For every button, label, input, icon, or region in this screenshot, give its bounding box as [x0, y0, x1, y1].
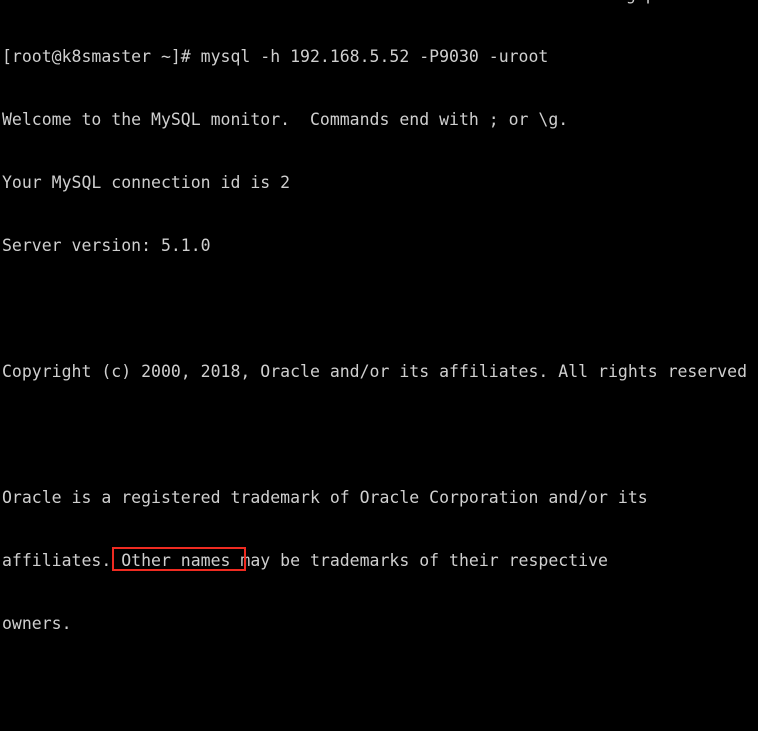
terminal-window[interactable]: g p [root@k8smaster ~]# mysql -h 192.168… [0, 0, 758, 731]
terminal-line: affiliates. Other names may be trademark… [2, 551, 608, 570]
terminal-line: [root@k8smaster ~]# mysql -h 192.168.5.5… [2, 47, 549, 66]
terminal-line: owners. [2, 614, 72, 633]
terminal-output: [root@k8smaster ~]# mysql -h 192.168.5.5… [2, 4, 758, 731]
terminal-line: Oracle is a registered trademark of Orac… [2, 488, 648, 507]
terminal-line: Copyright (c) 2000, 2018, Oracle and/or … [2, 362, 748, 381]
terminal-line: Welcome to the MySQL monitor. Commands e… [2, 110, 569, 129]
terminal-line: Server version: 5.1.0 [2, 236, 211, 255]
terminal-line: Your MySQL connection id is 2 [2, 173, 291, 192]
